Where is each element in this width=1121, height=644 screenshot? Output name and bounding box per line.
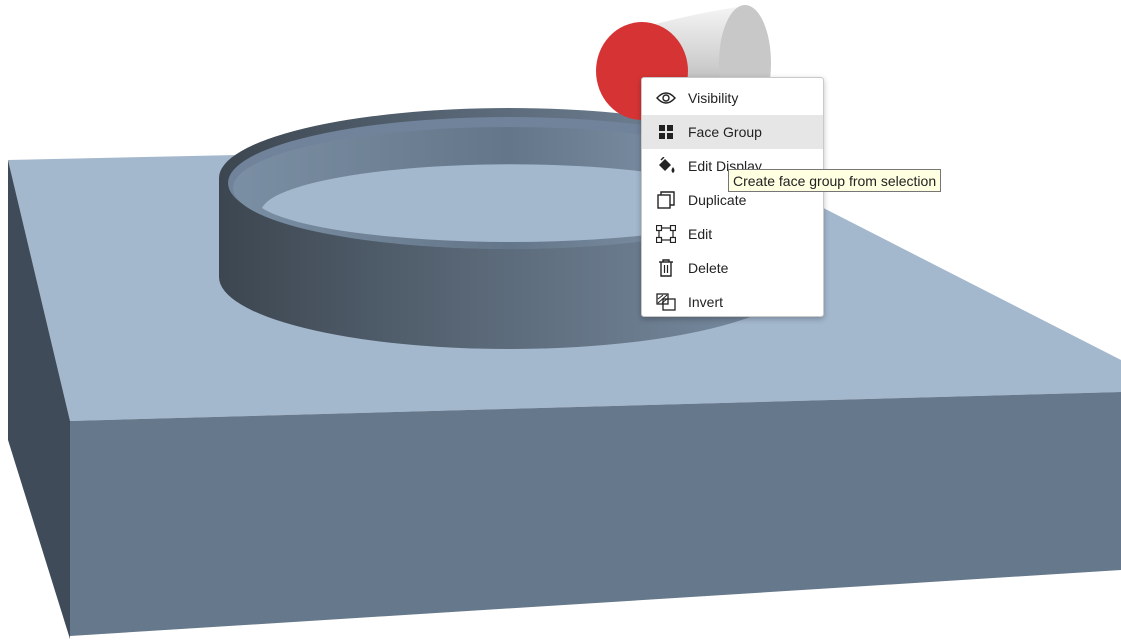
menu-item-label: Invert <box>688 294 724 310</box>
grid-icon <box>656 122 676 142</box>
trash-icon <box>656 258 676 278</box>
eye-icon <box>656 88 676 108</box>
menu-item-label: Duplicate <box>688 192 747 208</box>
duplicate-icon <box>656 190 676 210</box>
menu-item-invert[interactable]: Invert <box>642 285 823 319</box>
menu-item-label: Visibility <box>688 90 739 106</box>
menu-item-delete[interactable]: Delete <box>642 251 823 285</box>
3d-model-scene[interactable] <box>0 0 1121 639</box>
paint-bucket-icon <box>656 156 676 176</box>
invert-icon <box>656 292 676 312</box>
context-menu: Visibility Face Group Edit Display Dupli… <box>641 77 824 317</box>
3d-viewport[interactable]: Visibility Face Group Edit Display Dupli… <box>0 0 1121 639</box>
menu-item-edit[interactable]: Edit <box>642 217 823 251</box>
menu-item-face-group[interactable]: Face Group <box>642 115 823 149</box>
edit-frame-icon <box>656 224 676 244</box>
menu-item-label: Delete <box>688 260 729 276</box>
menu-item-label: Face Group <box>688 124 762 140</box>
plate-front-face[interactable] <box>70 392 1121 636</box>
menu-item-visibility[interactable]: Visibility <box>642 81 823 115</box>
tooltip: Create face group from selection <box>728 169 942 192</box>
menu-item-label: Edit <box>688 226 713 242</box>
